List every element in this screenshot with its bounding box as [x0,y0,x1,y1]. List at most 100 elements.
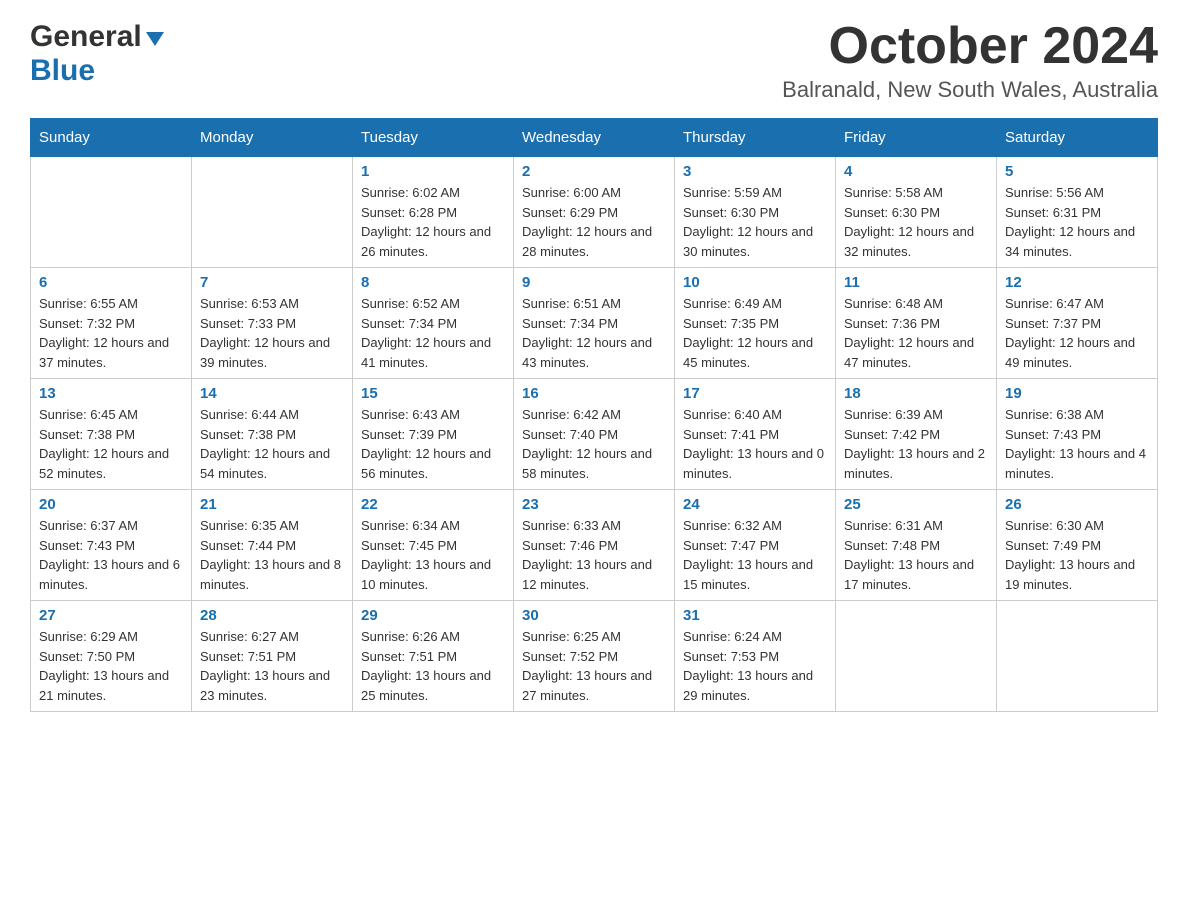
table-row: 20 Sunrise: 6:37 AMSunset: 7:43 PMDayligh… [31,490,192,601]
table-row: 24 Sunrise: 6:32 AMSunset: 7:47 PMDayligh… [675,490,836,601]
title-section: October 2024 Balranald, New South Wales,… [782,20,1158,103]
table-row: 25 Sunrise: 6:31 AMSunset: 7:48 PMDayligh… [836,490,997,601]
day-info: Sunrise: 6:29 AMSunset: 7:50 PMDaylight:… [39,627,183,705]
day-number: 10 [683,274,827,291]
day-number: 15 [361,385,505,402]
day-number: 8 [361,274,505,291]
col-sunday: Sunday [31,119,192,157]
col-thursday: Thursday [675,119,836,157]
calendar-week-row: 13 Sunrise: 6:45 AMSunset: 7:38 PMDayligh… [31,379,1158,490]
day-info: Sunrise: 6:40 AMSunset: 7:41 PMDaylight:… [683,405,827,483]
day-number: 31 [683,607,827,624]
day-number: 13 [39,385,183,402]
table-row: 29 Sunrise: 6:26 AMSunset: 7:51 PMDayligh… [353,601,514,712]
day-info: Sunrise: 6:24 AMSunset: 7:53 PMDaylight:… [683,627,827,705]
day-number: 4 [844,163,988,180]
day-info: Sunrise: 6:31 AMSunset: 7:48 PMDaylight:… [844,516,988,594]
day-info: Sunrise: 6:00 AMSunset: 6:29 PMDaylight:… [522,183,666,261]
day-info: Sunrise: 6:49 AMSunset: 7:35 PMDaylight:… [683,294,827,372]
col-saturday: Saturday [997,119,1158,157]
logo-general: General [30,20,142,54]
table-row: 31 Sunrise: 6:24 AMSunset: 7:53 PMDayligh… [675,601,836,712]
table-row: 2 Sunrise: 6:00 AMSunset: 6:29 PMDaylight… [514,157,675,268]
table-row: 30Sunrise: 6:25 AMSunset: 7:52 PMDayligh… [514,601,675,712]
day-number: 5 [1005,163,1149,180]
day-info: Sunrise: 6:48 AMSunset: 7:36 PMDaylight:… [844,294,988,372]
table-row: 13 Sunrise: 6:45 AMSunset: 7:38 PMDayligh… [31,379,192,490]
table-row: 1 Sunrise: 6:02 AMSunset: 6:28 PMDaylight… [353,157,514,268]
day-number: 1 [361,163,505,180]
day-info: Sunrise: 6:27 AMSunset: 7:51 PMDaylight:… [200,627,344,705]
table-row: 17Sunrise: 6:40 AMSunset: 7:41 PMDayligh… [675,379,836,490]
col-wednesday: Wednesday [514,119,675,157]
logo: General Blue [30,20,166,88]
location-title: Balranald, New South Wales, Australia [782,77,1158,103]
table-row: 26 Sunrise: 6:30 AMSunset: 7:49 PMDayligh… [997,490,1158,601]
table-row: 21Sunrise: 6:35 AMSunset: 7:44 PMDayligh… [192,490,353,601]
day-number: 2 [522,163,666,180]
day-number: 14 [200,385,344,402]
day-info: Sunrise: 6:45 AMSunset: 7:38 PMDaylight:… [39,405,183,483]
day-info: Sunrise: 6:55 AMSunset: 7:32 PMDaylight:… [39,294,183,372]
day-number: 11 [844,274,988,291]
day-number: 18 [844,385,988,402]
table-row: 11 Sunrise: 6:48 AMSunset: 7:36 PMDayligh… [836,268,997,379]
day-info: Sunrise: 6:02 AMSunset: 6:28 PMDaylight:… [361,183,505,261]
logo-blue: Blue [30,54,95,87]
col-monday: Monday [192,119,353,157]
day-info: Sunrise: 6:38 AMSunset: 7:43 PMDaylight:… [1005,405,1149,483]
day-number: 29 [361,607,505,624]
day-info: Sunrise: 6:34 AMSunset: 7:45 PMDaylight:… [361,516,505,594]
col-tuesday: Tuesday [353,119,514,157]
table-row: 10 Sunrise: 6:49 AMSunset: 7:35 PMDayligh… [675,268,836,379]
day-info: Sunrise: 5:58 AMSunset: 6:30 PMDaylight:… [844,183,988,261]
day-number: 23 [522,496,666,513]
day-number: 9 [522,274,666,291]
table-row: 22Sunrise: 6:34 AMSunset: 7:45 PMDayligh… [353,490,514,601]
table-row: 4 Sunrise: 5:58 AMSunset: 6:30 PMDaylight… [836,157,997,268]
day-info: Sunrise: 6:32 AMSunset: 7:47 PMDaylight:… [683,516,827,594]
table-row: 19 Sunrise: 6:38 AMSunset: 7:43 PMDayligh… [997,379,1158,490]
table-row: 18Sunrise: 6:39 AMSunset: 7:42 PMDayligh… [836,379,997,490]
col-friday: Friday [836,119,997,157]
table-row: 5Sunrise: 5:56 AMSunset: 6:31 PMDaylight… [997,157,1158,268]
day-info: Sunrise: 5:59 AMSunset: 6:30 PMDaylight:… [683,183,827,261]
table-row: 12Sunrise: 6:47 AMSunset: 7:37 PMDayligh… [997,268,1158,379]
day-info: Sunrise: 6:51 AMSunset: 7:34 PMDaylight:… [522,294,666,372]
day-info: Sunrise: 6:43 AMSunset: 7:39 PMDaylight:… [361,405,505,483]
day-info: Sunrise: 6:47 AMSunset: 7:37 PMDaylight:… [1005,294,1149,372]
calendar-week-row: 6 Sunrise: 6:55 AMSunset: 7:32 PMDaylight… [31,268,1158,379]
day-number: 26 [1005,496,1149,513]
day-number: 6 [39,274,183,291]
table-row [836,601,997,712]
table-row: 27Sunrise: 6:29 AMSunset: 7:50 PMDayligh… [31,601,192,712]
table-row: 6 Sunrise: 6:55 AMSunset: 7:32 PMDaylight… [31,268,192,379]
table-row: 16 Sunrise: 6:42 AMSunset: 7:40 PMDayligh… [514,379,675,490]
day-info: Sunrise: 6:42 AMSunset: 7:40 PMDaylight:… [522,405,666,483]
month-title: October 2024 [782,20,1158,72]
calendar-table: Sunday Monday Tuesday Wednesday Thursday… [30,118,1158,712]
day-number: 21 [200,496,344,513]
day-info: Sunrise: 6:37 AMSunset: 7:43 PMDaylight:… [39,516,183,594]
day-number: 28 [200,607,344,624]
day-info: Sunrise: 6:30 AMSunset: 7:49 PMDaylight:… [1005,516,1149,594]
table-row: 7 Sunrise: 6:53 AMSunset: 7:33 PMDaylight… [192,268,353,379]
table-row: 28 Sunrise: 6:27 AMSunset: 7:51 PMDayligh… [192,601,353,712]
day-number: 24 [683,496,827,513]
day-number: 30 [522,607,666,624]
calendar-week-row: 27Sunrise: 6:29 AMSunset: 7:50 PMDayligh… [31,601,1158,712]
calendar-week-row: 20 Sunrise: 6:37 AMSunset: 7:43 PMDayligh… [31,490,1158,601]
day-number: 20 [39,496,183,513]
table-row: 15 Sunrise: 6:43 AMSunset: 7:39 PMDayligh… [353,379,514,490]
table-row: 23Sunrise: 6:33 AMSunset: 7:46 PMDayligh… [514,490,675,601]
day-number: 7 [200,274,344,291]
day-info: Sunrise: 6:26 AMSunset: 7:51 PMDaylight:… [361,627,505,705]
day-info: Sunrise: 6:44 AMSunset: 7:38 PMDaylight:… [200,405,344,483]
day-number: 25 [844,496,988,513]
table-row: 3 Sunrise: 5:59 AMSunset: 6:30 PMDaylight… [675,157,836,268]
day-number: 3 [683,163,827,180]
day-number: 19 [1005,385,1149,402]
day-info: Sunrise: 6:53 AMSunset: 7:33 PMDaylight:… [200,294,344,372]
page-header: General Blue October 2024 Balranald, New… [30,20,1158,103]
day-number: 16 [522,385,666,402]
